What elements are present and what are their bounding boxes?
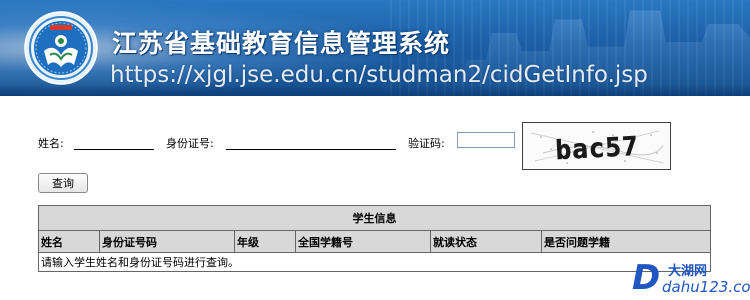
captcha-text: bac57 [555,132,640,166]
table-caption: 学生信息 [38,205,711,231]
captcha-image[interactable]: bac57 [522,122,671,170]
table-header-row: 姓名 身份证号码 年级 全国学籍号 就读状态 是否问题学籍 [38,230,711,253]
col-header-id-number: 身份证号码 [99,230,235,253]
watermark-domain: dahu123.com [662,278,750,296]
page-url: https://xjgl.jse.edu.cn/studman2/cidGetI… [110,62,648,88]
table-message: 请输入学生姓名和身份证号码进行查询。 [38,252,711,272]
watermark-name: 大湖网 [668,264,708,279]
student-info-table: 学生信息 姓名 身份证号码 年级 全国学籍号 就读状态 是否问题学籍 请输入学生… [38,205,711,272]
captcha-label: 验证码: [408,137,445,150]
col-header-enrollment-status: 就读状态 [430,230,542,253]
watermark-logo: D [632,258,661,298]
site-watermark: D 大湖网 dahu123.com [630,256,750,300]
name-field[interactable] [74,149,154,150]
header-banner: 江苏省基础教育信息管理系统 https://xjgl.jse.edu.cn/st… [0,0,750,96]
query-button[interactable]: 查询 [38,173,88,193]
col-header-national-student-id: 全国学籍号 [295,230,431,253]
col-header-grade: 年级 [234,230,296,253]
id-number-field[interactable] [226,149,396,150]
education-emblem-icon [24,11,98,85]
col-header-problem-status: 是否问题学籍 [541,230,711,253]
captcha-input[interactable] [457,132,515,148]
col-header-name: 姓名 [38,230,100,253]
id-number-label: 身份证号: [166,137,214,150]
table-caption-row: 学生信息 [38,205,711,231]
table-row: 请输入学生姓名和身份证号码进行查询。 [38,252,711,272]
name-label: 姓名: [38,137,64,150]
system-title: 江苏省基础教育信息管理系统 [112,29,451,58]
